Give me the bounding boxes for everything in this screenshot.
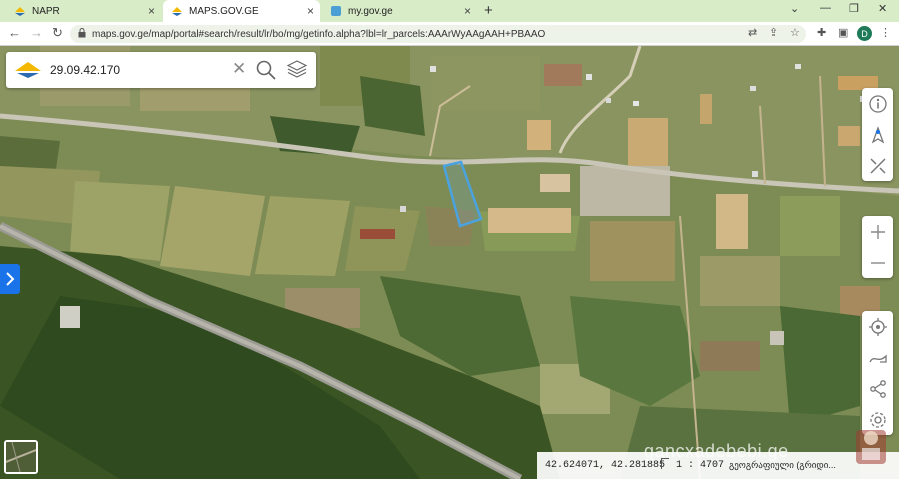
reload-icon[interactable]: ↻ [52, 25, 63, 41]
info-button[interactable] [862, 88, 893, 119]
measure-tools-icon [869, 157, 886, 174]
draw-button[interactable] [862, 342, 893, 373]
map-tools-group [862, 88, 893, 181]
measure-tools-button[interactable] [862, 150, 893, 181]
tab-title: NAPR [32, 5, 60, 17]
url-text: maps.gov.ge/map/portal#search/result/lr/… [92, 28, 546, 40]
clear-search-icon[interactable]: ✕ [232, 59, 246, 79]
close-window-icon[interactable]: ✕ [878, 2, 887, 15]
share-button[interactable] [862, 373, 893, 404]
draw-icon [868, 353, 887, 363]
locate-icon [868, 317, 887, 336]
site-watermark: gancxadebebi.ge [644, 441, 789, 461]
tab-napr[interactable]: NAPR × [6, 0, 161, 22]
tab-my-gov-ge[interactable]: my.gov.ge × [322, 0, 477, 22]
share-icon [869, 379, 886, 398]
basemap-preview-icon [5, 441, 37, 473]
layers-icon[interactable] [287, 59, 307, 79]
search-icon[interactable] [256, 60, 276, 80]
basemap-switcher[interactable] [4, 440, 38, 474]
chevron-right-icon [6, 272, 15, 286]
zoom-out-icon [870, 261, 885, 264]
tab-close-icon[interactable]: × [464, 4, 471, 18]
translate-icon[interactable]: ⇄ [748, 26, 757, 39]
napr-favicon-icon [171, 5, 183, 17]
tab-maps-gov-ge[interactable]: MAPS.GOV.GE × [163, 0, 320, 22]
side-panel-toggle-button[interactable] [0, 264, 20, 294]
info-icon [868, 94, 887, 113]
share-page-icon[interactable]: ⇪ [769, 26, 778, 39]
url-field[interactable]: maps.gov.ge/map/portal#search/result/lr/… [70, 25, 806, 43]
lock-icon [78, 28, 86, 38]
zoom-controls [862, 216, 893, 278]
zoom-in-button[interactable] [862, 216, 893, 247]
north-arrow-icon [871, 125, 884, 143]
extensions-icon[interactable]: ✚ [817, 26, 826, 39]
profile-avatar[interactable]: D [857, 26, 872, 41]
north-button[interactable] [862, 119, 893, 150]
menu-kebab-icon[interactable]: ⋮ [880, 26, 891, 39]
page-favicon-icon [330, 5, 342, 17]
locate-button[interactable] [862, 311, 893, 342]
restore-icon[interactable]: ❐ [849, 2, 859, 15]
search-input[interactable]: 29.09.42.170 [50, 63, 120, 77]
browser-tab-bar: NAPR × MAPS.GOV.GE × my.gov.ge × + ⌄ — ❐… [0, 0, 899, 22]
map-actions-group [862, 311, 893, 435]
address-bar: ← → ↻ maps.gov.ge/map/portal#search/resu… [0, 22, 899, 46]
watermark-mascot-icon [856, 430, 886, 464]
side-panel-icon[interactable]: ▣ [838, 26, 848, 39]
forward-icon[interactable]: → [30, 25, 43, 40]
napr-favicon-icon [14, 5, 26, 17]
back-icon[interactable]: ← [8, 25, 21, 40]
tab-close-icon[interactable]: × [148, 4, 155, 18]
zoom-out-button[interactable] [862, 247, 893, 278]
satellite-map[interactable] [0, 46, 899, 479]
satellite-imagery [0, 46, 899, 479]
tab-title: MAPS.GOV.GE [189, 5, 259, 17]
bookmark-star-icon[interactable]: ☆ [790, 26, 800, 39]
tab-close-icon[interactable]: × [307, 4, 314, 18]
tab-title: my.gov.ge [348, 5, 393, 17]
search-panel: 29.09.42.170 ✕ [6, 52, 316, 88]
minimize-icon[interactable]: — [820, 2, 831, 14]
napr-logo-icon[interactable] [14, 61, 42, 79]
zoom-in-icon [870, 224, 885, 239]
tab-search-chevron-icon[interactable]: ⌄ [790, 2, 799, 15]
new-tab-icon[interactable]: + [484, 2, 493, 19]
